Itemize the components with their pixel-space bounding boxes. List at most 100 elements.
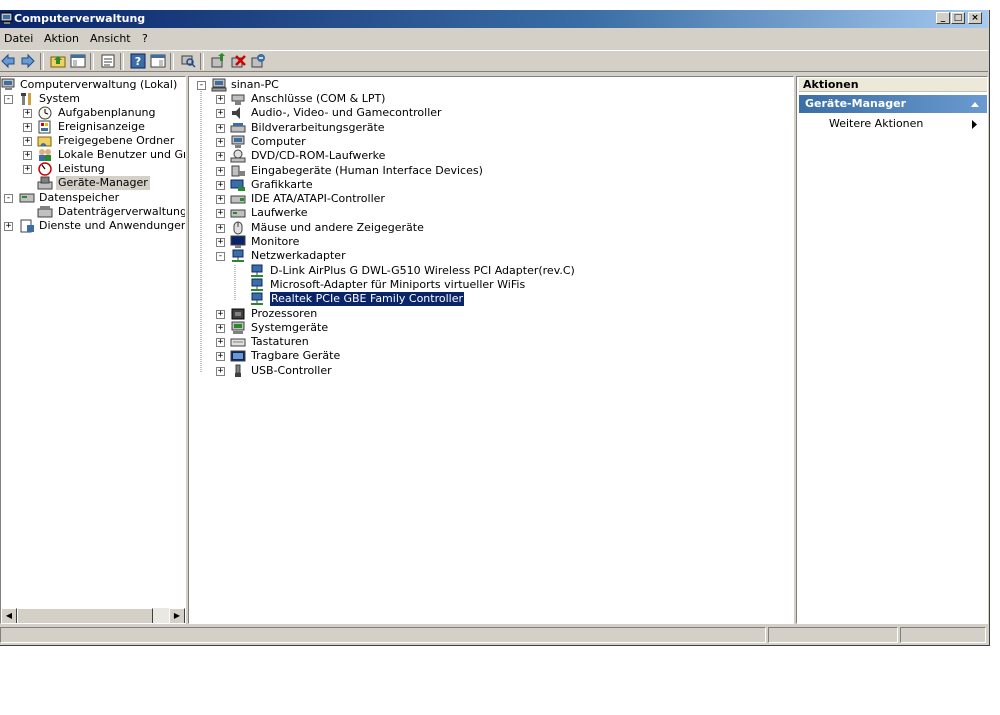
- tree-label: Tragbare Geräte: [251, 349, 341, 363]
- tree-label: Microsoft-Adapter für Miniports virtuell…: [270, 277, 526, 291]
- scan-hardware-icon[interactable]: [180, 53, 196, 69]
- system-devices-icon: [231, 321, 245, 334]
- tree-label: Audio-, Video- und Gamecontroller: [251, 106, 442, 120]
- expand-toggle[interactable]: +: [216, 323, 225, 333]
- network-adapter-icon: [251, 264, 263, 277]
- tree-label: System: [39, 92, 81, 105]
- show-console-icon[interactable]: [150, 53, 166, 69]
- menu-aktion[interactable]: Aktion: [44, 30, 79, 48]
- help-icon[interactable]: ?: [130, 53, 146, 69]
- expand-toggle[interactable]: +: [216, 109, 225, 119]
- network-adapter-icon: [251, 278, 263, 291]
- up-folder-icon[interactable]: [50, 53, 66, 69]
- actions-header: Aktionen: [799, 78, 987, 92]
- device-manager-icon: [37, 176, 53, 190]
- tree-label: Monitore: [251, 235, 300, 248]
- submenu-arrow-icon: [972, 120, 977, 129]
- title-bar[interactable]: Computerverwaltung _ □ ×: [0, 10, 988, 28]
- collapse-toggle[interactable]: -: [197, 81, 206, 90]
- expand-toggle[interactable]: +: [216, 137, 225, 147]
- expand-toggle[interactable]: +: [216, 95, 225, 104]
- horizontal-scrollbar[interactable]: ◀ ▶: [1, 608, 185, 623]
- expand-toggle[interactable]: +: [216, 166, 225, 176]
- expand-toggle[interactable]: +: [216, 195, 225, 205]
- scanner-icon: [230, 122, 246, 133]
- scroll-right-button[interactable]: ▶: [169, 608, 185, 623]
- computer-management-icon: [1, 12, 13, 24]
- tree-label: Mäuse und andere Zeigegeräte: [251, 220, 424, 234]
- collapse-up-icon[interactable]: [971, 101, 979, 107]
- expand-toggle[interactable]: +: [216, 209, 225, 219]
- forward-arrow-icon[interactable]: [20, 53, 36, 69]
- tree-label: Leistung: [58, 162, 105, 175]
- maximize-button[interactable]: □: [951, 12, 965, 24]
- tree-label: D-Link AirPlus G DWL-G510 Wireless PCI A…: [270, 263, 575, 277]
- actions-pane: Aktionen Geräte-Manager Weitere Aktionen: [796, 76, 988, 624]
- tree-label: Datenträgerverwaltung: [58, 205, 186, 218]
- computer-management-icon: [1, 78, 15, 90]
- back-arrow-icon[interactable]: [0, 53, 16, 69]
- expand-toggle[interactable]: +: [23, 151, 32, 160]
- show-hide-tree-icon[interactable]: [70, 53, 86, 69]
- uninstall-device-icon[interactable]: [230, 53, 246, 69]
- tree-label: Systemgeräte: [251, 320, 329, 334]
- collapse-toggle[interactable]: -: [4, 194, 13, 203]
- menu-datei[interactable]: Datei: [4, 30, 33, 48]
- disable-device-icon[interactable]: [250, 53, 266, 69]
- expand-toggle[interactable]: +: [216, 152, 225, 162]
- scroll-left-button[interactable]: ◀: [1, 608, 17, 623]
- tree-label: Computer: [251, 134, 306, 148]
- keyboard-icon: [230, 338, 246, 347]
- tree-label: Freigegebene Ordner: [58, 134, 175, 147]
- expand-toggle[interactable]: +: [216, 238, 225, 247]
- scroll-thumb[interactable]: [17, 608, 153, 623]
- close-button[interactable]: ×: [968, 12, 982, 24]
- expand-toggle[interactable]: +: [4, 222, 13, 231]
- collapse-toggle[interactable]: -: [4, 95, 13, 104]
- ide-controller-icon: [230, 195, 246, 204]
- expand-toggle[interactable]: +: [23, 109, 32, 118]
- status-segment-2: [768, 627, 898, 643]
- services-icon: [20, 219, 34, 233]
- expand-toggle[interactable]: +: [216, 338, 225, 348]
- expand-toggle[interactable]: +: [216, 180, 225, 190]
- collapse-toggle[interactable]: -: [216, 252, 225, 262]
- display-adapter-icon: [230, 179, 245, 191]
- portable-device-icon: [230, 350, 246, 362]
- properties-icon[interactable]: [100, 53, 116, 69]
- clock-icon: [38, 106, 52, 120]
- more-actions-item[interactable]: Weitere Aktionen: [829, 117, 923, 131]
- audio-icon: [232, 107, 240, 120]
- expand-toggle[interactable]: +: [216, 352, 225, 362]
- expand-toggle[interactable]: +: [216, 309, 225, 319]
- performance-gauge-icon: [38, 162, 52, 176]
- menu-ansicht[interactable]: Ansicht: [90, 30, 131, 48]
- tree-label: Lokale Benutzer und Grupp: [58, 148, 185, 161]
- expand-toggle[interactable]: +: [23, 123, 32, 132]
- hid-icon: [231, 165, 245, 176]
- tree-label: USB-Controller: [251, 363, 332, 377]
- users-icon: [39, 149, 51, 161]
- window-title: Computerverwaltung: [14, 12, 146, 25]
- network-adapter-icon: [232, 249, 244, 263]
- tree-label: Bildverarbeitungsgeräte: [251, 120, 385, 134]
- mouse-icon: [233, 221, 243, 235]
- expand-toggle[interactable]: +: [23, 165, 32, 174]
- expand-toggle[interactable]: +: [216, 123, 225, 133]
- expand-toggle[interactable]: +: [23, 137, 32, 146]
- expand-toggle[interactable]: +: [216, 223, 225, 233]
- actions-section-label: Geräte-Manager: [805, 97, 907, 110]
- usb-icon: [235, 364, 241, 377]
- shared-folder-icon: [37, 136, 52, 147]
- tree-label: Ereignisanzeige: [58, 120, 145, 133]
- update-driver-icon[interactable]: [210, 53, 226, 69]
- actions-section-device-manager[interactable]: Geräte-Manager: [799, 95, 987, 113]
- ports-icon: [231, 94, 245, 105]
- tree-label: IDE ATA/ATAPI-Controller: [251, 192, 385, 206]
- minimize-button[interactable]: _: [936, 12, 950, 24]
- tree-label: Realtek PCIe GBE Family Controller: [268, 291, 466, 308]
- menu-help[interactable]: ?: [142, 30, 148, 48]
- svg-text:?: ?: [135, 55, 141, 68]
- expand-toggle[interactable]: +: [216, 366, 225, 376]
- tree-label: Computerverwaltung (Lokal): [20, 78, 178, 91]
